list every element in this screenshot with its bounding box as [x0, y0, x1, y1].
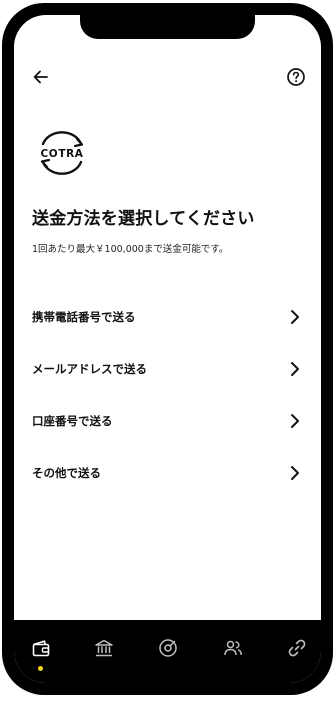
- tab-link[interactable]: [283, 634, 311, 662]
- people-icon: [224, 640, 242, 656]
- method-label: 携帯電話番号で送る: [32, 310, 136, 324]
- target-icon: [159, 639, 177, 657]
- question-circle-icon: [287, 68, 305, 86]
- wallet-icon: [32, 640, 50, 657]
- chevron-right-icon: [291, 466, 299, 480]
- method-other[interactable]: その他で送る: [14, 453, 321, 493]
- bottom-tab-bar: [14, 620, 321, 683]
- page-subtitle: 1回あたり最大￥100,000まで送金可能です。: [32, 244, 229, 255]
- chevron-right-icon: [291, 310, 299, 324]
- chevron-right-icon: [291, 414, 299, 428]
- tab-people[interactable]: [219, 634, 247, 662]
- bank-icon: [95, 639, 113, 657]
- tab-target[interactable]: [154, 634, 182, 662]
- method-account-number[interactable]: 口座番号で送る: [14, 401, 321, 441]
- back-button[interactable]: [27, 63, 55, 91]
- method-email-address[interactable]: メールアドレスで送る: [14, 349, 321, 389]
- tab-wallet[interactable]: [27, 634, 55, 662]
- phone-frame: COTRA 送金方法を選択してください 1回あたり最大￥100,000まで送金可…: [2, 3, 333, 695]
- method-label: メールアドレスで送る: [32, 362, 147, 376]
- tab-bank[interactable]: [90, 634, 118, 662]
- phone-notch: [80, 15, 255, 39]
- help-button[interactable]: [282, 63, 310, 91]
- method-phone-number[interactable]: 携帯電話番号で送る: [14, 297, 321, 337]
- page-title: 送金方法を選択してください: [32, 209, 255, 229]
- method-label: 口座番号で送る: [32, 414, 113, 428]
- cotra-logo: COTRA: [34, 131, 90, 175]
- method-label: その他で送る: [32, 466, 101, 480]
- active-tab-indicator: [38, 666, 43, 671]
- app-screen: COTRA 送金方法を選択してください 1回あたり最大￥100,000まで送金可…: [14, 15, 321, 683]
- arrow-left-icon: [33, 70, 48, 84]
- link-icon: [288, 639, 306, 657]
- chevron-right-icon: [291, 362, 299, 376]
- svg-text:COTRA: COTRA: [40, 148, 83, 160]
